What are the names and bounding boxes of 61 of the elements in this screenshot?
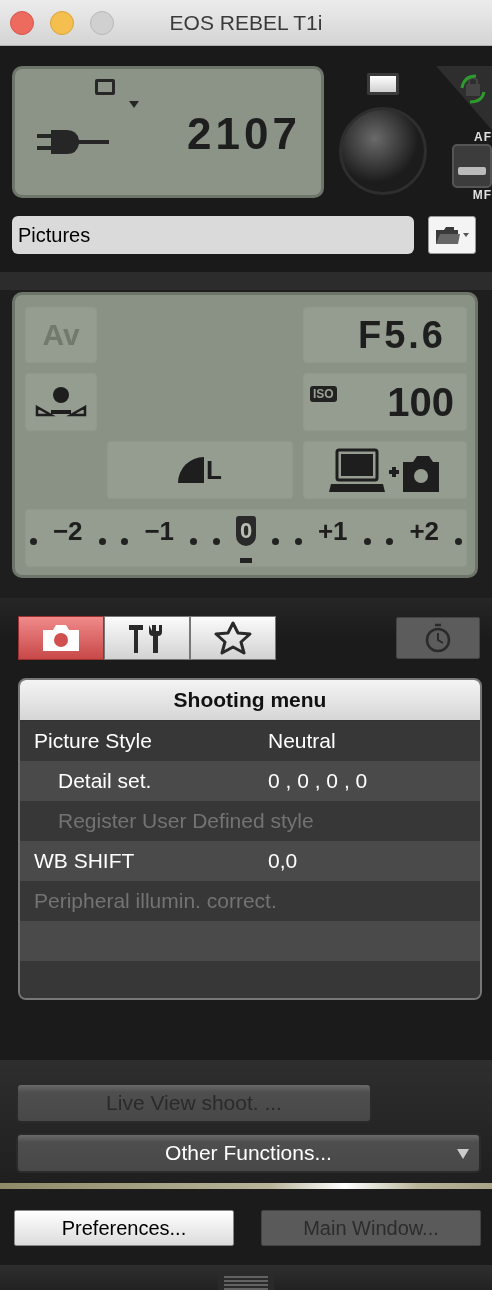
dropdown-arrow-icon: [457, 1149, 469, 1159]
rotate-lock-icon[interactable]: [436, 66, 492, 130]
power-plug-icon: [37, 128, 109, 156]
folder-icon: [434, 224, 470, 246]
iso-cell[interactable]: ISO 100: [302, 372, 468, 432]
preferences-button[interactable]: Preferences...: [14, 1210, 234, 1246]
menu-tab[interactable]: [190, 616, 276, 660]
computer-camera-icon: [329, 446, 441, 494]
shots-remaining: 2107: [187, 112, 301, 156]
mf-label: MF: [472, 188, 492, 202]
calibration-cell[interactable]: [24, 372, 98, 432]
iso-value: 100: [387, 379, 454, 425]
window-title: EOS REBEL T1i: [169, 10, 323, 35]
scale-dot: [212, 538, 220, 545]
indicator-light: [367, 73, 399, 95]
scale-dot: [455, 538, 462, 545]
menu-item-label: Peripheral illumin. correct.: [33, 889, 277, 913]
menu-item-value: 0 , 0 , 0 , 0: [268, 769, 368, 793]
menu-item-label: Picture Style: [33, 729, 153, 753]
af-label: AF: [474, 130, 492, 144]
scale-dot: [295, 538, 302, 545]
quality-label: L: [206, 454, 222, 486]
star-icon: [213, 621, 253, 655]
exposure-tick: 0: [235, 516, 257, 546]
menu-item-label: Detail set.: [57, 769, 153, 793]
menu-tab[interactable]: [104, 616, 190, 660]
folder-field[interactable]: Pictures: [12, 216, 414, 254]
scale-dot: [30, 538, 37, 545]
menu-item-label: WB SHIFT: [33, 849, 136, 873]
folder-button[interactable]: [428, 216, 476, 254]
close-button[interactable]: [10, 10, 34, 35]
menu-item-label: Register User Defined style: [57, 809, 314, 833]
exposure-marker: [240, 558, 252, 563]
exposure-tick: +2: [409, 516, 440, 546]
menu-tab[interactable]: [18, 616, 104, 660]
resize-grip-icon[interactable]: [218, 1274, 274, 1290]
focus-mode-switch[interactable]: [452, 144, 492, 188]
exposure-tick: −1: [144, 516, 175, 546]
single-frame-icon: [95, 79, 115, 95]
exposure-tick: +1: [317, 516, 348, 546]
scale-dot: [190, 538, 197, 545]
menu-row[interactable]: WB SHIFT 0,0: [20, 841, 480, 881]
quality-cell[interactable]: L: [106, 440, 294, 500]
menu-item-value: Neutral: [268, 729, 336, 753]
aperture-cell[interactable]: F5.6: [302, 306, 468, 364]
exposure-tick: −2: [52, 516, 83, 546]
iso-label: ISO: [310, 386, 337, 402]
stopwatch-icon: [424, 623, 452, 653]
menu-item-value: 0,0: [268, 849, 298, 873]
scale-dot: [386, 538, 394, 545]
triangle-icon: [129, 101, 139, 108]
scale-dot: [363, 538, 371, 545]
scale-dot: [121, 538, 129, 545]
menu-row[interactable]: Detail set. 0 , 0 , 0 , 0: [20, 761, 480, 801]
scale-dot: [272, 538, 280, 545]
scale-dot: [98, 538, 106, 545]
other-functions-dropdown[interactable]: Other Functions...: [16, 1133, 481, 1173]
camera-icon: [41, 624, 81, 652]
exposure-compensation-icon: [35, 385, 87, 419]
menu-title: Shooting menu: [173, 688, 327, 712]
save-destination-cell[interactable]: [302, 440, 468, 500]
